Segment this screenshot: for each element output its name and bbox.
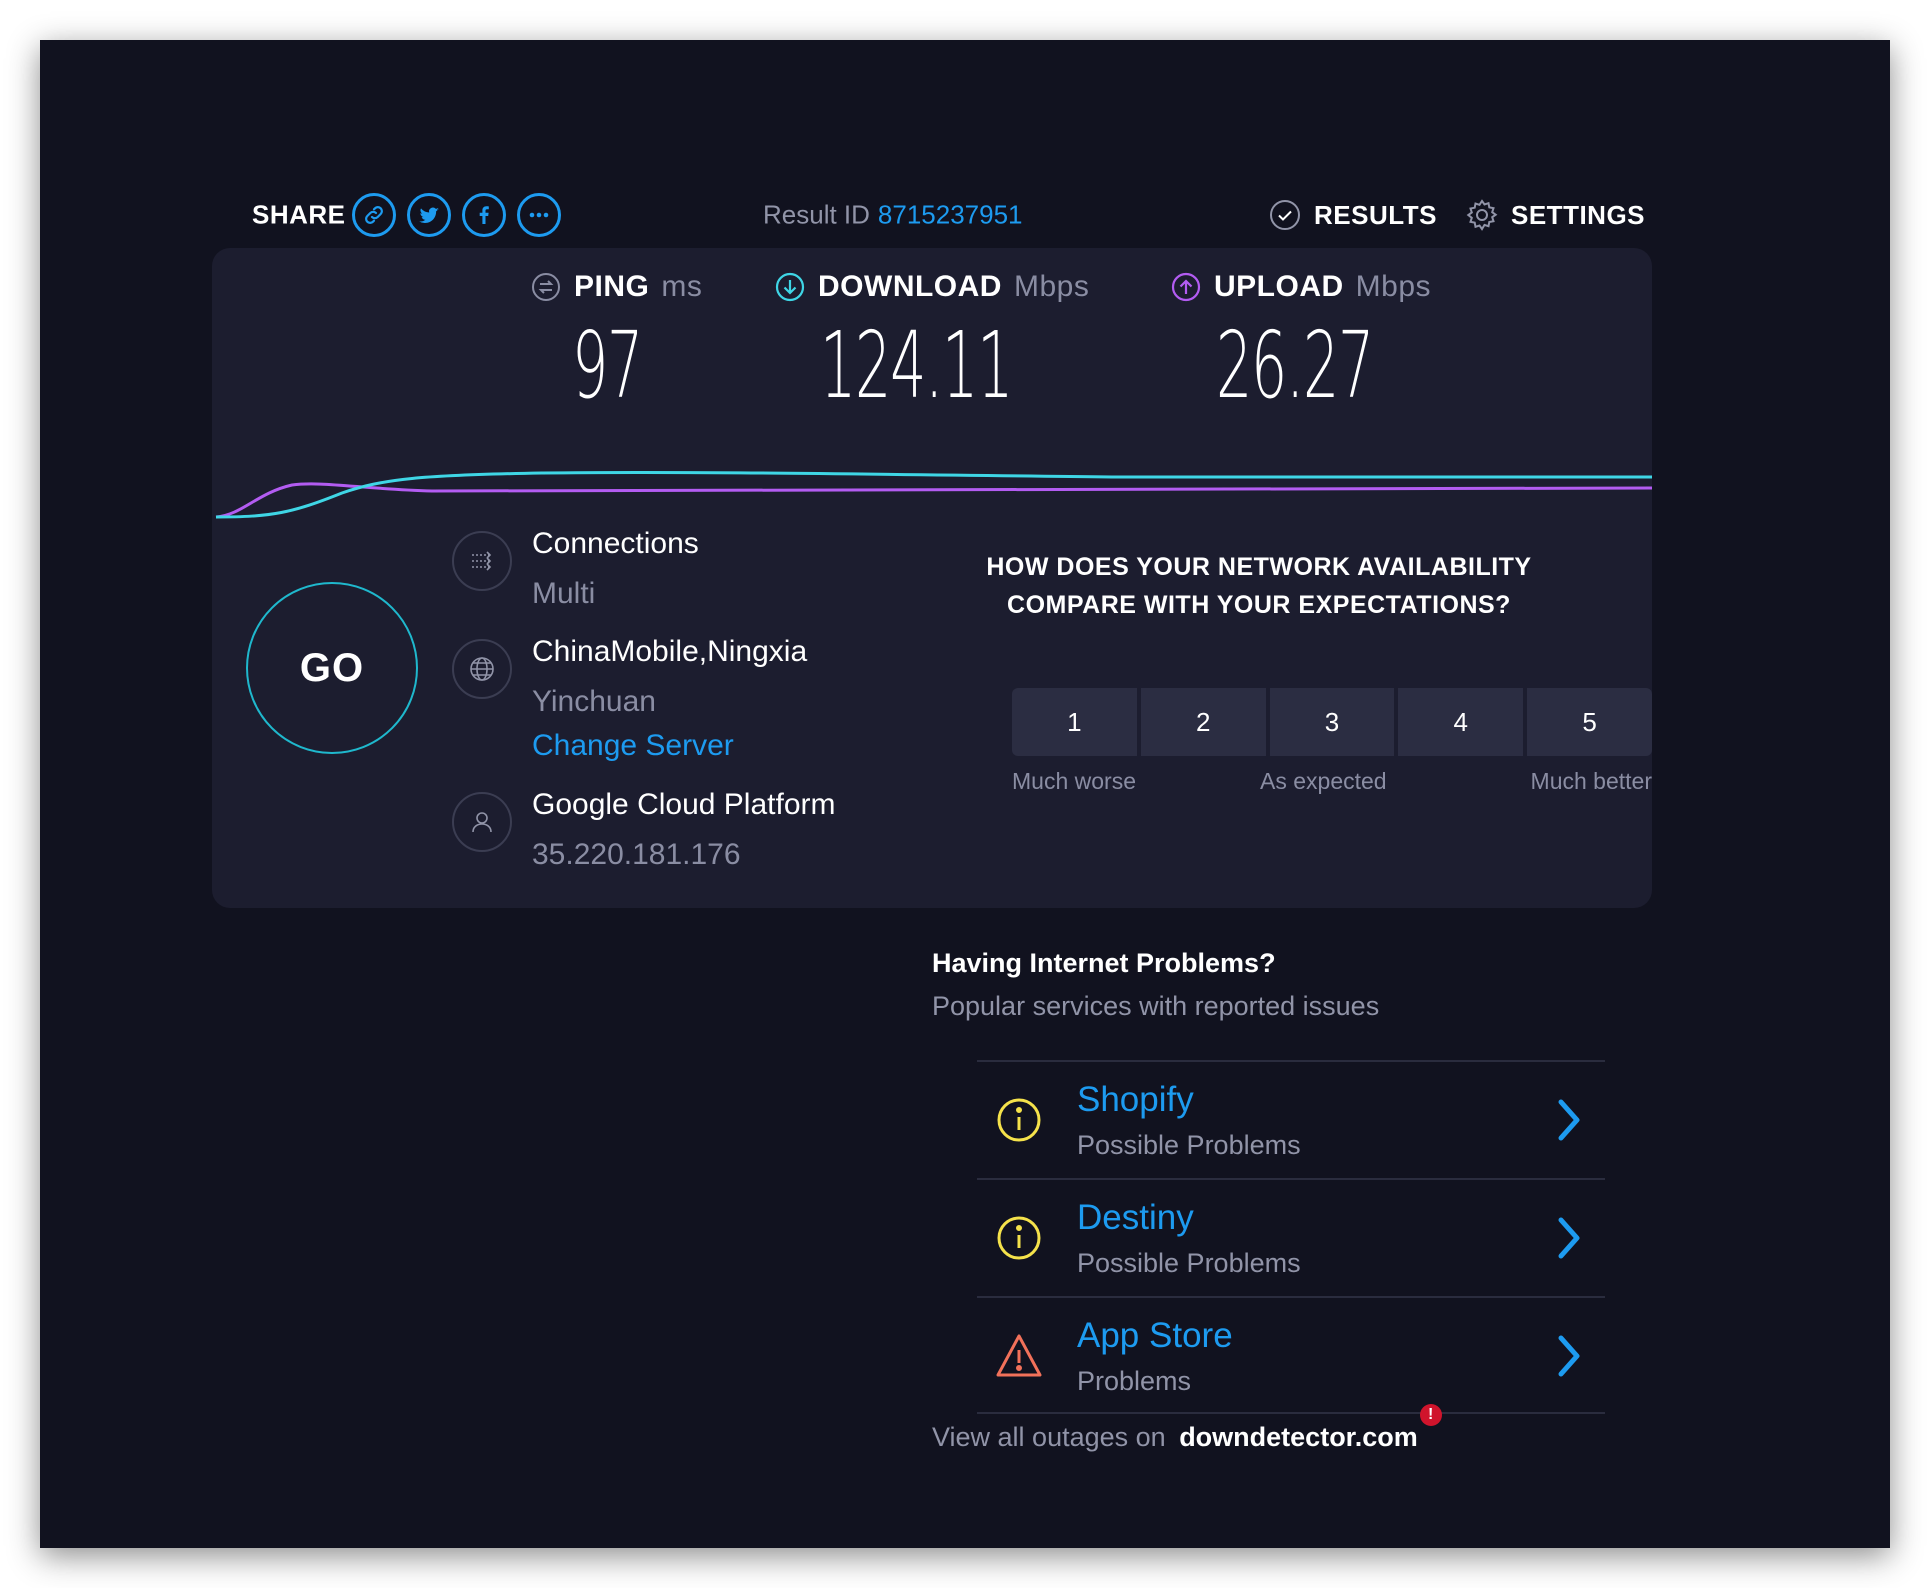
check-circle-icon — [1270, 200, 1300, 230]
ping-metric: PING ms 97 — [530, 270, 702, 419]
rating-option-2[interactable]: 2 — [1140, 688, 1266, 756]
rating-option-3[interactable]: 3 — [1269, 688, 1395, 756]
survey-question: HOW DOES YOUR NETWORK AVAILABILITY COMPA… — [974, 548, 1544, 624]
server-location: Yinchuan — [532, 685, 656, 718]
upload-metric: UPLOAD Mbps 26.27 — [1170, 270, 1469, 419]
user-icon — [452, 792, 512, 852]
info-icon — [997, 1216, 1041, 1260]
rating-option-5[interactable]: 5 — [1527, 688, 1652, 756]
results-panel: PING ms 97 DOWNLOAD Mbps 124.11 UPLOAD M… — [212, 248, 1652, 908]
problem-item-destiny[interactable]: Destiny Possible Problems — [977, 1178, 1605, 1296]
upload-icon — [1171, 272, 1201, 302]
ping-unit: ms — [661, 270, 703, 303]
ping-value: 97 — [572, 312, 643, 419]
downdetector-badge-icon: ! — [1419, 1404, 1442, 1426]
view-all-outages: View all outages on downdetector.com! — [932, 1404, 1442, 1453]
result-id-link[interactable]: 8715237951 — [878, 200, 1023, 230]
problem-status: Possible Problems — [1077, 1248, 1301, 1278]
facebook-icon[interactable] — [462, 193, 506, 237]
result-id-label: Result ID — [763, 199, 870, 230]
top-bar: SHARE Result ID8715237951 RESULTS SETTI — [40, 180, 1890, 250]
host-ip: 35.220.181.176 — [532, 838, 741, 871]
change-server-link[interactable]: Change Server — [532, 729, 734, 763]
connections-label: Connections — [532, 527, 699, 560]
host-name: Google Cloud Platform — [532, 788, 836, 821]
ping-icon — [532, 273, 560, 301]
results-button[interactable]: RESULTS — [1268, 198, 1437, 232]
rating-label-expected: As expected — [1260, 768, 1387, 794]
chevron-right-icon — [1558, 1335, 1580, 1377]
globe-icon — [452, 639, 512, 699]
share-label: SHARE — [252, 199, 346, 230]
chevron-right-icon — [1558, 1217, 1580, 1259]
rating-option-4[interactable]: 4 — [1398, 688, 1524, 756]
survey-question-line2: COMPARE WITH YOUR EXPECTATIONS? — [1007, 591, 1511, 619]
download-graph-line — [215, 470, 1652, 519]
go-button[interactable]: GO — [246, 582, 418, 754]
results-label: RESULTS — [1314, 199, 1437, 230]
link-icon[interactable] — [352, 193, 396, 237]
rating-label-better: Much better — [1530, 768, 1652, 794]
problems-subtitle: Popular services with reported issues — [932, 991, 1380, 1021]
upload-graph-line — [215, 482, 1652, 519]
downdetector-link[interactable]: downdetector.com — [1179, 1422, 1418, 1452]
problems-title: Having Internet Problems? — [932, 948, 1276, 978]
download-metric: DOWNLOAD Mbps 124.11 — [774, 270, 1130, 419]
download-unit: Mbps — [1013, 270, 1090, 303]
download-value: 124.11 — [820, 312, 1013, 419]
problem-name: App Store — [1077, 1316, 1233, 1355]
connections-icon[interactable] — [452, 531, 512, 591]
twitter-icon[interactable] — [407, 193, 451, 237]
speed-graph — [215, 470, 1652, 519]
problems-list: Shopify Possible Problems Destiny Possib… — [977, 1060, 1605, 1414]
info-icon — [997, 1098, 1041, 1142]
warning-icon — [996, 1334, 1042, 1377]
survey-question-line1: HOW DOES YOUR NETWORK AVAILABILITY — [986, 553, 1532, 581]
upload-label: UPLOAD — [1214, 270, 1344, 303]
problem-item-app-store[interactable]: App Store Problems — [977, 1296, 1605, 1414]
upload-value: 26.27 — [1216, 312, 1374, 419]
ping-label: PING — [574, 270, 650, 303]
gear-icon — [1466, 199, 1498, 231]
rating-option-1[interactable]: 1 — [1012, 688, 1137, 756]
connections-value: Multi — [532, 577, 596, 610]
view-all-prefix: View all outages on — [932, 1422, 1166, 1452]
result-id: Result ID 8715237951 — [763, 200, 1023, 231]
internet-problems-section: Having Internet Problems? Popular servic… — [932, 948, 1605, 1414]
upload-unit: Mbps — [1355, 270, 1432, 303]
problem-item-shopify[interactable]: Shopify Possible Problems — [977, 1060, 1605, 1178]
settings-label: SETTINGS — [1511, 199, 1646, 230]
download-label: DOWNLOAD — [818, 270, 1002, 303]
rating-scale: 1 2 3 4 5 — [1012, 688, 1652, 756]
problem-name: Shopify — [1077, 1080, 1194, 1119]
problem-status: Possible Problems — [1077, 1130, 1301, 1160]
problem-name: Destiny — [1077, 1198, 1194, 1237]
server-name: ChinaMobile,Ningxia — [532, 635, 808, 668]
problem-status: Problems — [1077, 1366, 1192, 1396]
settings-button[interactable]: SETTINGS — [1465, 198, 1645, 232]
rating-label-worse: Much worse — [1012, 768, 1136, 794]
share-icons — [352, 193, 561, 237]
speedtest-window: SHARE Result ID8715237951 RESULTS SETTI — [40, 40, 1890, 1548]
download-icon — [775, 272, 805, 302]
more-icon[interactable] — [517, 193, 561, 237]
chevron-right-icon — [1558, 1099, 1580, 1141]
